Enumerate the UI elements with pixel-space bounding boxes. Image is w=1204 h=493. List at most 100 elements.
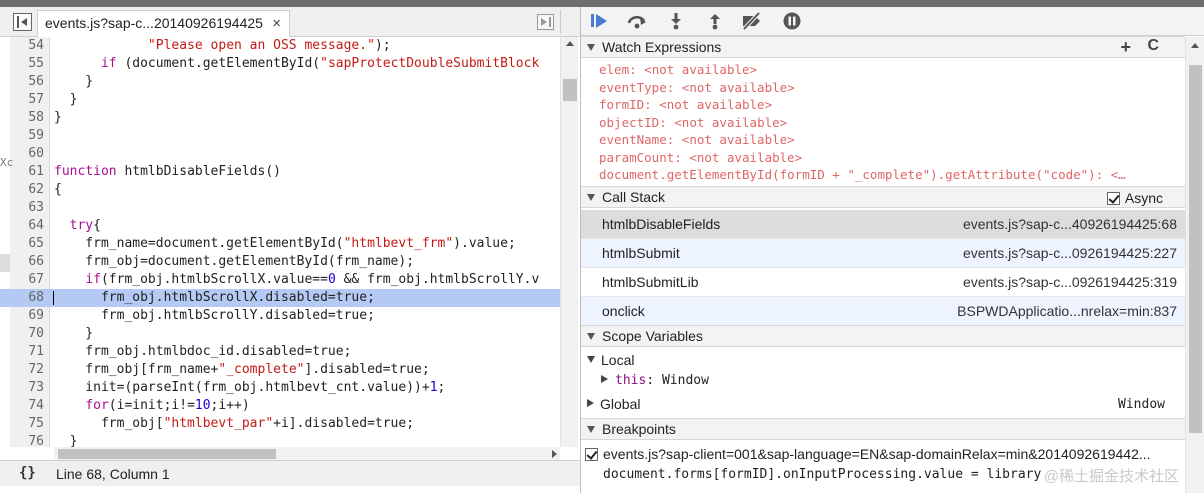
watch-expression[interactable]: elem: <not available> — [581, 61, 1185, 79]
code-line[interactable]: 55 if (document.getElementById("sapProte… — [0, 55, 560, 73]
refresh-icon[interactable]: C — [1147, 37, 1159, 55]
code-line[interactable]: 63 — [0, 199, 560, 217]
code-line[interactable]: 73 init=(parseInt(frm_obj.htmlbevt_cnt.v… — [0, 379, 560, 397]
watch-expression[interactable]: objectID: <not available> — [581, 114, 1185, 132]
code-line[interactable]: 76 } — [0, 433, 560, 447]
watch-expression[interactable]: eventName: <not available> — [581, 131, 1185, 149]
checkbox-checked-icon[interactable] — [585, 448, 598, 461]
code-line[interactable]: 59 — [0, 127, 560, 145]
line-number[interactable]: 54 — [10, 37, 44, 55]
scroll-right-icon[interactable] — [552, 450, 557, 458]
code-line[interactable]: 70 } — [0, 325, 560, 343]
code-line[interactable]: 62 { — [0, 181, 560, 199]
line-number[interactable]: 55 — [10, 55, 44, 73]
code-line[interactable]: 74 for(i=init;i!=10;i++) — [0, 397, 560, 415]
line-number[interactable]: 67 — [10, 271, 44, 289]
line-number[interactable]: 71 — [10, 343, 44, 361]
line-number[interactable]: 65 — [10, 235, 44, 253]
line-number[interactable]: 72 — [10, 361, 44, 379]
expand-triangle-icon[interactable] — [601, 375, 608, 383]
breakpoint-file[interactable]: events.js?sap-client=001&sap-language=EN… — [603, 446, 1151, 462]
scroll-up-icon[interactable] — [566, 41, 574, 46]
line-number[interactable]: 75 — [10, 415, 44, 433]
code-line[interactable]: 58} — [0, 109, 560, 127]
frame-location[interactable]: events.js?sap-c...0926194425:227 — [963, 245, 1177, 261]
frame-location[interactable]: BSPWDApplicatio...nrelax=min:837 — [957, 303, 1177, 319]
watch-expressions-header[interactable]: Watch Expressions + C — [581, 36, 1185, 58]
sidebar-vertical-scrollbar[interactable] — [1185, 37, 1204, 493]
step-over-button[interactable] — [626, 11, 648, 31]
line-number[interactable]: 76 — [10, 433, 44, 447]
line-number[interactable]: 57 — [10, 91, 44, 109]
line-number[interactable]: 62 — [10, 181, 44, 199]
line-number[interactable]: 74 — [10, 397, 44, 415]
editor-horizontal-scrollbar[interactable] — [54, 447, 560, 461]
line-number[interactable]: 73 — [10, 379, 44, 397]
code-line[interactable]: 75 frm_obj["htmlbevt_par"+i].disabled=tr… — [0, 415, 560, 433]
editor-vertical-scrollbar[interactable] — [560, 37, 578, 447]
code-editor[interactable]: Xc 54 "Please open an OSS message."); 55 … — [0, 37, 580, 447]
call-stack-header[interactable]: Call Stack Async — [581, 186, 1185, 208]
line-number[interactable]: 70 — [10, 325, 44, 343]
add-watch-button[interactable]: + — [1120, 37, 1131, 58]
line-number[interactable]: 56 — [10, 73, 44, 91]
scrollbar-thumb[interactable] — [58, 449, 276, 459]
frame-location[interactable]: events.js?sap-c...0926194425:319 — [963, 274, 1177, 290]
tab-events-js[interactable]: events.js?sap-c...20140926194425 × — [37, 10, 290, 37]
code-line[interactable]: 64 try{ — [0, 217, 560, 235]
scroll-up-icon[interactable] — [1191, 43, 1199, 48]
call-frame[interactable]: htmlbDisableFields events.js?sap-c...409… — [581, 210, 1185, 239]
line-number[interactable]: 58 — [10, 109, 44, 127]
code-line[interactable]: 57 } — [0, 91, 560, 109]
watch-expression[interactable]: formID: <not available> — [581, 96, 1185, 114]
code-line[interactable]: 56 } — [0, 73, 560, 91]
line-number[interactable]: 69 — [10, 307, 44, 325]
code-line[interactable]: 65 frm_name=document.getElementById("htm… — [0, 235, 560, 253]
line-number[interactable]: 68 — [10, 289, 44, 307]
line-number[interactable]: 61 — [10, 163, 44, 181]
code-line[interactable]: 67 if(frm_obj.htmlbScrollX.value==0 && f… — [0, 271, 560, 289]
code-line[interactable]: 69 frm_obj.htmlbScrollY.disabled=true; — [0, 307, 560, 325]
watch-expression[interactable]: document.getElementById(formID + "_compl… — [581, 166, 1185, 184]
line-number[interactable]: 64 — [10, 217, 44, 235]
watch-expression[interactable]: eventType: <not available> — [581, 79, 1185, 97]
checkbox-checked-icon[interactable] — [1106, 192, 1120, 205]
code-line[interactable]: 66 frm_obj=document.getElementById(frm_n… — [0, 253, 560, 271]
frame-location[interactable]: events.js?sap-c...40926194425:68 — [963, 216, 1177, 232]
code-line[interactable]: 71 frm_obj.htmlbdoc_id.disabled=true; — [0, 343, 560, 361]
line-number[interactable]: 63 — [10, 199, 44, 217]
toggle-debugger-button[interactable] — [537, 14, 554, 30]
close-icon[interactable]: × — [272, 15, 281, 32]
code-line[interactable]: 72 frm_obj[frm_name+"_complete"].disable… — [0, 361, 560, 379]
scope-property-this[interactable]: this: Window — [581, 370, 1185, 390]
scope-local[interactable]: Local — [581, 350, 1185, 370]
deactivate-breakpoints-button[interactable] — [740, 11, 762, 31]
breakpoints-header[interactable]: Breakpoints — [581, 418, 1185, 440]
line-number[interactable]: 59 — [10, 127, 44, 145]
line-number[interactable]: 60 — [10, 145, 44, 163]
expand-triangle-icon[interactable] — [587, 399, 594, 407]
code-line[interactable]: 61 function htmlbDisableFields() — [0, 163, 560, 181]
call-frame[interactable]: htmlbSubmitLib events.js?sap-c...0926194… — [581, 268, 1185, 297]
scope-variables-header[interactable]: Scope Variables — [581, 325, 1185, 347]
scope-global[interactable]: Global Window — [581, 394, 1185, 414]
watch-expression[interactable]: paramCount: <not available> — [581, 149, 1185, 167]
code-line-paused[interactable]: 68 frm_obj.htmlbScrollX.disabled=true; — [0, 289, 560, 307]
code-text: frm_obj["htmlbevt_par"+i].disabled=true; — [54, 416, 415, 431]
scrollbar-thumb[interactable] — [563, 79, 577, 101]
resume-button[interactable] — [588, 11, 610, 31]
breakpoint-checkbox[interactable] — [585, 447, 603, 462]
code-line[interactable]: 60 — [0, 145, 560, 163]
step-out-button[interactable] — [704, 11, 726, 31]
toggle-navigator-button[interactable] — [13, 13, 32, 31]
code-line[interactable]: 54 "Please open an OSS message."); — [0, 37, 560, 55]
pause-on-exceptions-button[interactable] — [781, 11, 803, 31]
scrollbar-thumb[interactable] — [1189, 65, 1202, 433]
call-frame[interactable]: onclick BSPWDApplicatio...nrelax=min:837 — [581, 297, 1185, 326]
async-checkbox[interactable]: Async — [1106, 190, 1163, 206]
pretty-print-button[interactable]: {} — [19, 465, 36, 481]
watch-expressions-list: elem: <not available> eventType: <not av… — [581, 61, 1185, 191]
step-into-button[interactable] — [665, 11, 687, 31]
call-frame[interactable]: htmlbSubmit events.js?sap-c...0926194425… — [581, 239, 1185, 268]
line-number[interactable]: 66 — [10, 253, 44, 271]
